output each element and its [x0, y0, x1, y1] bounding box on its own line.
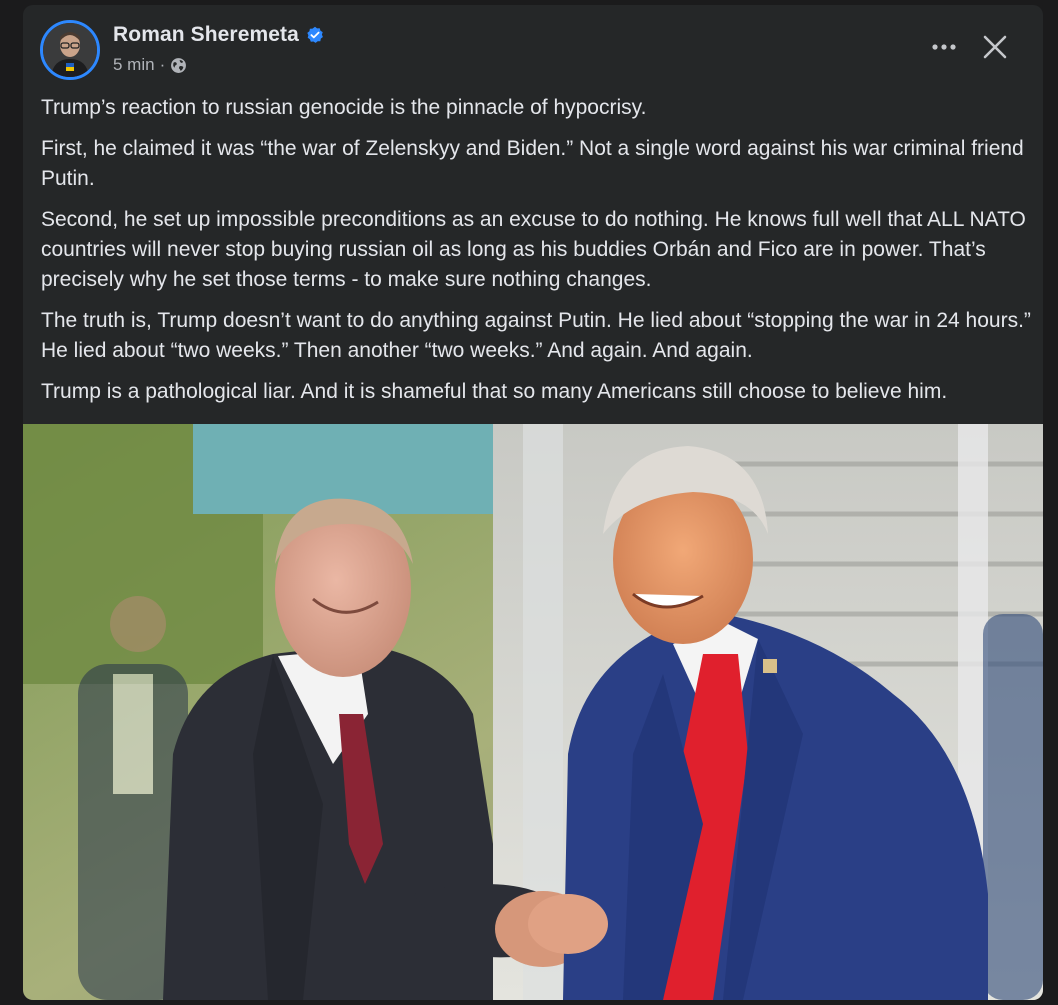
avatar[interactable]	[40, 20, 100, 80]
post-paragraph: First, he claimed it was “the war of Zel…	[41, 137, 1024, 190]
app-frame: Roman Sheremeta 5 min · Trump’s reaction…	[0, 0, 1058, 1005]
post-paragraph: The truth is, Trump doesn’t want to do a…	[41, 309, 1031, 362]
post-card: Roman Sheremeta 5 min · Trump’s reaction…	[23, 5, 1043, 1000]
author-name[interactable]: Roman Sheremeta	[113, 23, 299, 47]
avatar-portrait	[43, 23, 97, 77]
close-button[interactable]	[975, 27, 1015, 67]
post-timestamp[interactable]: 5 min	[113, 55, 155, 75]
verified-badge-icon	[306, 26, 324, 44]
post-photo-illustration	[23, 424, 1043, 1000]
post-body: Trump’s reaction to russian genocide is …	[41, 93, 1031, 418]
post-paragraph: Trump’s reaction to russian genocide is …	[41, 96, 647, 119]
post-photo[interactable]	[23, 424, 1043, 1000]
post-paragraph: Trump is a pathological liar. And it is …	[41, 380, 948, 403]
close-icon	[983, 35, 1007, 59]
meta-separator: ·	[159, 55, 166, 74]
more-options-button[interactable]	[923, 29, 965, 65]
more-horizontal-icon	[932, 44, 956, 50]
post-header: Roman Sheremeta 5 min ·	[23, 5, 1043, 91]
post-paragraph: Second, he set up impossible preconditio…	[41, 208, 1026, 291]
post-meta: 5 min ·	[113, 55, 187, 75]
globe-icon[interactable]	[170, 57, 187, 74]
author-row: Roman Sheremeta	[113, 23, 324, 47]
